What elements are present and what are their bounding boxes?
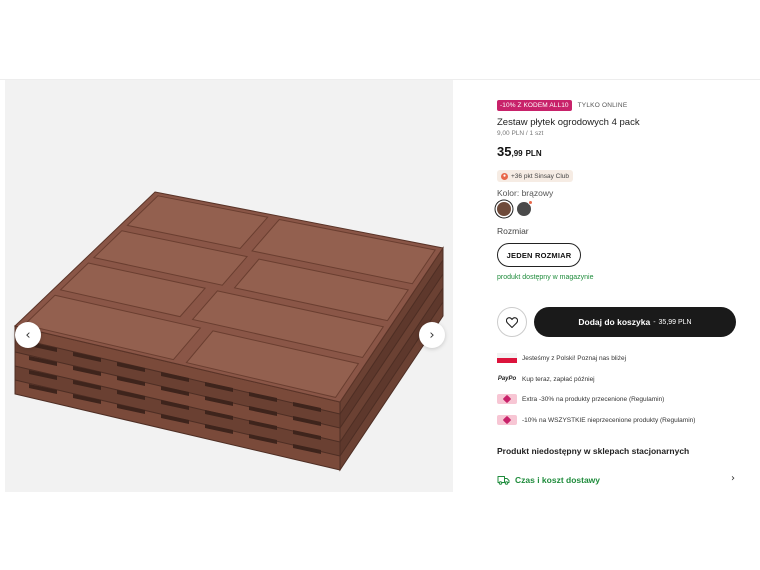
- add-to-cart-price: 35,99 PLN: [658, 318, 692, 326]
- poland-flag-icon: [497, 353, 517, 363]
- product-image: [13, 191, 444, 472]
- delivery-label: Czas i koszt dostawy: [515, 475, 601, 485]
- discount-tag-icon: [497, 394, 517, 404]
- color-swatch-brown[interactable]: [497, 202, 511, 216]
- price-decimal: ,99: [511, 149, 523, 158]
- online-only-tag: TYLKO ONLINE: [577, 102, 628, 109]
- product-gallery[interactable]: ‹ ›: [5, 80, 453, 492]
- club-coin-icon: ●: [501, 172, 508, 180]
- club-points-text: +36 pkt Sinsay Club: [511, 172, 569, 180]
- wishlist-button[interactable]: [497, 307, 527, 337]
- feature-paypo[interactable]: PayPo Kup teraz, zapłać później: [497, 374, 595, 384]
- heart-icon: [506, 316, 518, 328]
- feature-text: -10% na WSZYSTKIE nieprzecenione produkt…: [522, 416, 696, 424]
- add-to-cart-label: Dodaj do koszyka: [578, 317, 651, 327]
- delivery-info-link[interactable]: Czas i koszt dostawy ›: [497, 473, 737, 487]
- availability-text: produkt dostępny w magazynie: [497, 274, 594, 281]
- add-to-cart-separator: -: [653, 318, 656, 326]
- discount-tag-icon: [497, 415, 517, 425]
- chevron-left-icon: ‹: [25, 327, 31, 343]
- paypo-icon: PayPo: [497, 376, 517, 382]
- chevron-right-icon: ›: [429, 327, 435, 343]
- feature-text: Extra -30% na produkty przecenione (Regu…: [522, 395, 665, 403]
- feature-extra-discount[interactable]: Extra -30% na produkty przecenione (Regu…: [497, 394, 664, 404]
- product-page: ‹ › -10% Z KODEM ALL10 TYLKO ONLINE Zest…: [0, 0, 760, 570]
- gallery-prev-button[interactable]: ‹: [15, 322, 41, 348]
- club-points-badge: ● +36 pkt Sinsay Club: [497, 170, 573, 182]
- size-label: Rozmiar: [497, 226, 529, 236]
- product-title: Zestaw płytek ogrodowych 4 pack: [497, 117, 640, 128]
- color-label: Kolor: brązowy: [497, 188, 554, 198]
- product-price: 35 ,99 PLN: [497, 144, 542, 159]
- club-marker-icon: [528, 200, 533, 205]
- store-availability-notice: Produkt niedostępny w sklepach stacjonar…: [497, 446, 690, 456]
- size-option-button[interactable]: JEDEN ROZMIAR: [497, 243, 581, 267]
- color-swatches: [497, 200, 533, 216]
- feature-text: Jesteśmy z Polski! Poznaj nas bliżej: [522, 354, 627, 362]
- gallery-next-button[interactable]: ›: [419, 322, 445, 348]
- color-swatch-grey[interactable]: [517, 200, 533, 216]
- truck-icon: [497, 476, 510, 485]
- price-currency: PLN: [525, 149, 542, 158]
- promo-badge: -10% Z KODEM ALL10: [497, 100, 572, 111]
- chevron-right-icon: ›: [731, 473, 735, 484]
- price-integer: 35: [497, 144, 512, 159]
- feature-code-discount[interactable]: -10% na WSZYSTKIE nieprzecenione produkt…: [497, 415, 695, 425]
- unit-price: 9,00 PLN / 1 szt: [497, 130, 544, 137]
- add-to-cart-button[interactable]: Dodaj do koszyka - 35,99 PLN: [534, 307, 736, 337]
- feature-polish-brand[interactable]: Jesteśmy z Polski! Poznaj nas bliżej: [497, 353, 626, 363]
- badge-row: -10% Z KODEM ALL10 TYLKO ONLINE: [497, 100, 627, 111]
- feature-text: Kup teraz, zapłać później: [522, 375, 595, 383]
